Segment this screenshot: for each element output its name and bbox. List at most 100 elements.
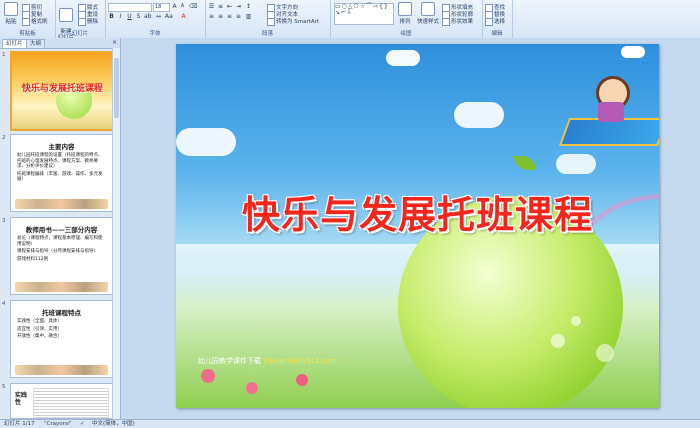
ribbon: 粘贴 剪切 复制 格式刷 剪贴板 新建 幻灯片 版式 重设 删除 幻灯片 18 … — [0, 0, 700, 41]
thumb-bullet: 实践性（全面、具体） — [17, 319, 62, 324]
clipboard-group-label: 剪贴板 — [19, 31, 36, 37]
justify-icon[interactable]: ≡ — [235, 13, 242, 20]
panel-tabs: 幻灯片 大纲 × — [0, 38, 120, 49]
delete-slide-button[interactable]: 删除 — [78, 17, 98, 26]
thumb-number: 1 — [2, 52, 6, 58]
slide-thumbnail-1[interactable]: 快乐与发展托班课程 — [10, 51, 115, 131]
font-name-field[interactable] — [108, 3, 152, 12]
cats-image — [15, 365, 108, 375]
paste-button[interactable]: 粘贴 — [3, 2, 19, 25]
flower-image — [246, 382, 258, 394]
thumb-bullet: 幼儿园托班课程的设置（托班课程的特点、托班的心理发展特点、课程方案、教师要求、分… — [17, 153, 103, 169]
shadow-icon[interactable]: S — [135, 13, 142, 20]
thumb-bullet: 托班课程编排（丰富、游戏、操作、多元发展） — [17, 171, 103, 183]
thumb-bullet: 开放性（集中、融合） — [17, 334, 62, 339]
font-color-icon[interactable]: A — [180, 13, 187, 20]
footer-url: ziyuan.baby611.com — [264, 357, 338, 365]
slides-panel: 幻灯片 大纲 × 1 快乐与发展托班课程 2 主要内容 幼儿园托班课程的设置（托… — [0, 38, 121, 419]
drawing-group-label: 绘图 — [400, 31, 412, 37]
delete-icon — [78, 17, 86, 26]
cloud-image — [176, 128, 236, 156]
close-icon[interactable]: × — [112, 39, 117, 46]
slide-thumbnail-5[interactable]: 实践性 — [10, 383, 113, 419]
thumb-title: 主要内容 — [48, 143, 75, 151]
drawing-group: ▭○△⬠☆⌒⇨{}↘⌐⇩ 排列 快速样式 形状填充 形状轮廓 形状效果 绘图 — [330, 0, 483, 38]
slides-group: 新建 幻灯片 版式 重设 删除 幻灯片 — [55, 0, 106, 41]
quick-styles-button[interactable]: 快速样式 — [416, 2, 440, 25]
panel-scrollbar[interactable] — [112, 48, 120, 419]
clipboard-group: 粘贴 剪切 复制 格式刷 剪贴板 — [0, 0, 56, 38]
thumb-title: 实践性 — [15, 392, 28, 406]
cloud-image — [454, 102, 504, 128]
smartart-icon — [267, 17, 275, 26]
font-size-field[interactable]: 18 — [153, 3, 170, 12]
shapes-gallery[interactable]: ▭○△⬠☆⌒⇨{}↘⌐⇩ — [334, 3, 394, 25]
font-group-label: 字体 — [149, 31, 161, 37]
flower-image — [201, 369, 215, 383]
arrange-icon — [398, 2, 412, 16]
decrease-indent-icon[interactable]: ⇤ — [226, 3, 233, 10]
slide-thumbnail-2[interactable]: 主要内容 幼儿园托班课程的设置（托班课程的特点、托班的心理发展特点、课程方案、教… — [10, 134, 113, 212]
shrink-font-icon[interactable]: A — [179, 3, 186, 10]
editing-group-label: 编辑 — [491, 31, 503, 37]
arrange-button[interactable]: 排列 — [396, 2, 414, 25]
current-slide[interactable]: 快乐与发展托班课程 幼儿园教学课件下载 ziyuan.baby611.com — [176, 44, 659, 408]
cats-image — [15, 282, 108, 292]
shape-effects-button[interactable]: 形状效果 — [442, 17, 473, 26]
editing-group: 查找 替换 选择 编辑 — [482, 0, 513, 38]
thumb-title: 托班课程特点 — [42, 309, 81, 317]
tab-outline[interactable]: 大纲 — [26, 39, 46, 48]
bold-icon[interactable]: B — [108, 13, 115, 20]
columns-icon[interactable]: ▥ — [245, 13, 252, 20]
scrollbar-thumb[interactable] — [114, 58, 119, 118]
thumb-bullet: 适宜性（引领、实用） — [17, 326, 62, 332]
brush-icon — [22, 17, 30, 26]
align-left-icon[interactable]: ≡ — [208, 13, 215, 20]
align-center-icon[interactable]: ≡ — [217, 13, 224, 20]
slide-editor: 快乐与发展托班课程 幼儿园教学课件下载 ziyuan.baby611.com — [121, 38, 700, 419]
increase-indent-icon[interactable]: ⇥ — [235, 3, 242, 10]
italic-icon[interactable]: I — [117, 13, 124, 20]
thumb-bullet: 游戏材料112例 — [17, 256, 49, 262]
slides-group-label: 幻灯片 — [71, 31, 89, 37]
cloud-image — [556, 154, 596, 174]
tab-slides[interactable]: 幻灯片 — [2, 39, 27, 48]
slide-thumbnail-3[interactable]: 教师用书——三部分内容 总论（课程特点，课程基本原理、编写和使用说明） 课程安排… — [10, 217, 113, 295]
thumb-title: 快乐与发展托班课程 — [21, 84, 103, 94]
strikethrough-icon[interactable]: ab — [144, 13, 152, 20]
girl-dress-image — [598, 102, 624, 122]
effects-icon — [442, 17, 450, 26]
cats-image — [15, 199, 108, 209]
slide-title[interactable]: 快乐与发展托班课程 — [176, 184, 659, 239]
thumb-number: 5 — [2, 384, 6, 390]
cloud-image — [621, 46, 645, 58]
document-image — [33, 388, 109, 418]
bubble-image — [596, 344, 614, 362]
smartart-button[interactable]: 转换为 SmartArt — [267, 17, 319, 26]
thumb-title: 教师用书——三部分内容 — [25, 226, 98, 234]
quick-styles-icon — [421, 2, 435, 16]
new-slide-icon — [59, 8, 73, 22]
magic-carpet-image — [558, 118, 659, 146]
bullets-icon[interactable]: ☰ — [208, 3, 215, 10]
numbering-icon[interactable]: ≡ — [217, 3, 224, 10]
cloud-image — [386, 50, 420, 66]
line-spacing-icon[interactable]: ↕ — [245, 3, 252, 10]
change-case-icon[interactable]: Aa — [165, 13, 173, 20]
paragraph-group-label: 段落 — [261, 31, 273, 37]
select-button[interactable]: 选择 — [485, 17, 505, 26]
leaf-image — [514, 156, 536, 170]
grow-font-icon[interactable]: A — [171, 3, 178, 10]
font-group: 18 A A ⌫ B I U S ab ↔ Aa A 字体 — [105, 0, 206, 38]
char-spacing-icon[interactable]: ↔ — [155, 13, 162, 20]
footer-label: 幼儿园教学课件下载 — [198, 357, 261, 365]
slide-footer[interactable]: 幼儿园教学课件下载 ziyuan.baby611.com — [198, 356, 337, 366]
thumb-number: 4 — [2, 301, 6, 307]
thumb-number: 2 — [2, 135, 6, 141]
align-right-icon[interactable]: ≡ — [226, 13, 233, 20]
paragraph-group: ☰ ≡ ⇤ ⇥ ↕ ≡ ≡ ≡ ≡ ▥ 文字方向 对齐文本 转换为 SmartA… — [205, 0, 331, 38]
clear-format-icon[interactable]: ⌫ — [189, 3, 197, 10]
format-painter-button[interactable]: 格式刷 — [22, 17, 48, 26]
slide-thumbnail-4[interactable]: 托班课程特点 实践性（全面、具体） 适宜性（引领、实用） 开放性（集中、融合） — [10, 300, 113, 378]
underline-icon[interactable]: U — [126, 13, 133, 20]
